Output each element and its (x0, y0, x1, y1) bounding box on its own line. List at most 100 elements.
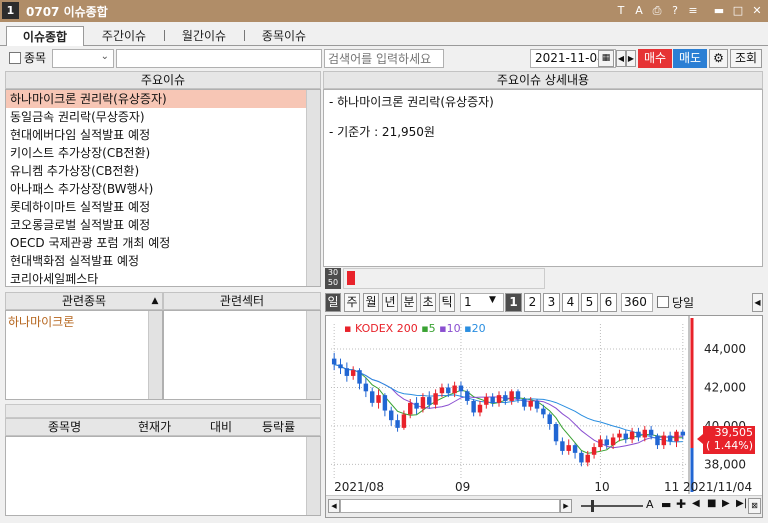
candle-body (610, 437, 616, 446)
issue-list-item[interactable]: 코리아세일페스타 (6, 270, 306, 288)
chart-area[interactable]: 44,00042,00040,00038,0002021/08091011202… (325, 315, 763, 518)
candle-body (490, 397, 495, 403)
zoom-slider-handle[interactable] (591, 500, 594, 512)
y-tick-label: 44,000 (704, 342, 746, 356)
stock-checkbox[interactable] (9, 52, 21, 64)
prev-icon[interactable]: ◀ (692, 498, 700, 509)
x-tick-label: 11 (664, 480, 679, 494)
issue-list-item[interactable]: 하나마이크론 권리락(유상증자) (6, 90, 306, 108)
issue-list-item[interactable]: 유니켐 추가상장(CB전환) (6, 162, 306, 180)
stock-table-scrollbar[interactable] (306, 437, 320, 515)
related-sector-scrollbar[interactable] (306, 311, 320, 399)
y-tick-label: 42,000 (704, 380, 746, 394)
sell-button[interactable]: 매도 (673, 49, 707, 68)
issue-list-item[interactable]: 롯데하이마트 실적발표 예정 (6, 198, 306, 216)
issue-list-item[interactable]: 현대에버다임 실적발표 예정 (6, 126, 306, 144)
candle-body (572, 445, 578, 453)
period-button[interactable]: 주 (344, 293, 360, 312)
close-icon[interactable]: ✕ (750, 3, 764, 18)
issue-list-item[interactable]: 현대백화점 실적발표 예정 (6, 252, 306, 270)
zoom-out-icon[interactable]: ▬ (661, 498, 671, 511)
candle-body (446, 387, 451, 394)
calendar-icon[interactable]: ▦ (598, 50, 614, 67)
related-sector-header: 관련섹터 (163, 292, 321, 310)
stock-table-header: 종목명 현재가 대비 등락률 (5, 418, 321, 436)
scroll-right-icon[interactable]: ▶ (560, 499, 572, 513)
next-icon[interactable]: ▶ (722, 498, 730, 509)
candle-body (484, 397, 489, 405)
col-current-price[interactable]: 현재가 (138, 419, 171, 435)
preset-button[interactable]: 3 (543, 293, 560, 312)
candle-body (350, 370, 356, 376)
tab-issue-summary[interactable]: 이슈종합 (6, 26, 84, 46)
candle-body (636, 431, 641, 438)
preset-button[interactable]: 1 (505, 293, 522, 312)
date-prev-icon[interactable]: ◀ (616, 50, 626, 67)
zoom-in-icon[interactable]: ✚ (676, 497, 686, 511)
tab-stock-issues[interactable]: 종목이슈 (248, 26, 320, 46)
buy-button[interactable]: 매수 (638, 49, 672, 68)
legend-marker: ▪ (421, 322, 429, 335)
period-button[interactable]: 일 (325, 293, 341, 312)
print-icon[interactable]: ⎙ (650, 3, 664, 18)
bar-count-input[interactable]: 360 (621, 293, 653, 312)
gear-icon[interactable]: ⚙ (709, 49, 728, 68)
issue-list-item[interactable]: 아나패스 추가상장(BW행사) (6, 180, 306, 198)
candle-body (408, 402, 413, 415)
period-button[interactable]: 월 (363, 293, 379, 312)
col-change-rate[interactable]: 등락률 (262, 419, 295, 435)
issue-list-item[interactable]: 키이스트 추가상장(CB전환) (6, 144, 306, 162)
stop-icon[interactable]: ■ (707, 498, 716, 509)
period-button[interactable]: 년 (382, 293, 398, 312)
stock-dropdown[interactable]: ⌄ (52, 49, 114, 68)
today-checkbox[interactable] (657, 296, 669, 308)
candle-body (674, 431, 679, 442)
font-icon[interactable]: A (632, 3, 646, 18)
text-size-icon[interactable]: T (614, 3, 628, 18)
date-next-icon[interactable]: ▶ (626, 50, 636, 67)
stock-code-input[interactable] (116, 49, 322, 68)
tab-monthly-issues[interactable]: 월간이슈 (168, 26, 240, 46)
tab-weekly-issues[interactable]: 주간이슈 (88, 26, 160, 46)
preset-button[interactable]: 6 (600, 293, 617, 312)
period-button[interactable]: 분 (401, 293, 417, 312)
preset-button[interactable]: 2 (524, 293, 541, 312)
candle-body (452, 385, 457, 394)
candle-body (515, 391, 521, 399)
query-button[interactable]: 조회 (730, 49, 762, 68)
splitter[interactable] (5, 404, 321, 418)
scroll-left-icon[interactable]: ◀ (328, 499, 340, 513)
skip-end-icon[interactable]: ▶| (736, 498, 747, 509)
menu-icon[interactable]: ≡ (686, 3, 700, 18)
preset-button[interactable]: 5 (581, 293, 598, 312)
chart-scrollbar[interactable] (340, 499, 560, 513)
minimize-icon[interactable]: ▬ (712, 3, 726, 18)
search-input[interactable] (324, 49, 444, 68)
candle-body (401, 414, 407, 428)
candle-body (629, 431, 635, 440)
settings-icon[interactable]: ⊠ (748, 498, 761, 514)
issue-list-item[interactable]: 코오롱글로벌 실적발표 예정 (6, 216, 306, 234)
help-icon[interactable]: ? (668, 3, 682, 18)
interval-dropdown[interactable]: 1 (460, 293, 504, 312)
col-stock-name[interactable]: 종목명 (48, 419, 81, 435)
x-tick-label: 10 (594, 480, 609, 494)
related-stock-item[interactable]: 하나마이크론 (8, 313, 74, 330)
related-stock-scrollbar[interactable] (148, 311, 162, 399)
preset-button[interactable]: 4 (562, 293, 579, 312)
related-sector-list (163, 310, 321, 400)
x-tick-label: 09 (455, 480, 470, 494)
collapse-icon[interactable]: ▲ (147, 292, 163, 310)
issue-list-item[interactable]: OECD 국제관광 포럼 개최 예정 (6, 234, 306, 252)
y-tick-label: 38,000 (704, 457, 746, 471)
issue-list-item[interactable]: 동일금속 권리락(무상증자) (6, 108, 306, 126)
issues-scrollbar[interactable] (306, 90, 320, 286)
text-size-icon[interactable]: A (646, 498, 654, 511)
panel-toggle-icon[interactable]: ◀ (752, 293, 763, 312)
detail-line: - 하나마이크론 권리락(유상증자) (329, 95, 494, 109)
legend-marker: ▪ (464, 322, 472, 335)
period-button[interactable]: 초 (420, 293, 436, 312)
period-button[interactable]: 틱 (439, 293, 455, 312)
col-change[interactable]: 대비 (210, 419, 232, 435)
maximize-icon[interactable]: □ (731, 3, 745, 18)
